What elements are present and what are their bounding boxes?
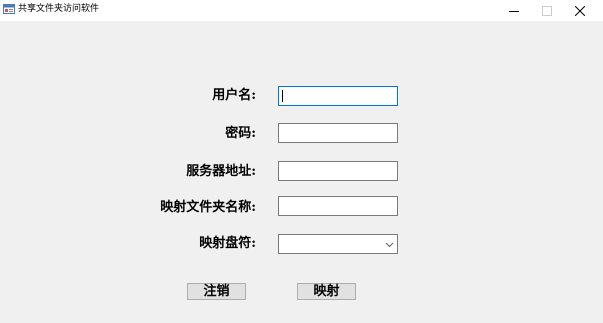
server-address-field[interactable] (278, 161, 398, 181)
minimize-button[interactable] (497, 0, 530, 21)
username-label: 用户名: (212, 88, 256, 103)
server-address-label: 服务器地址: (186, 164, 256, 179)
drive-letter-label: 映射盘符: (199, 236, 256, 251)
title-bar[interactable]: 共享文件夹访问软件 (0, 0, 603, 21)
password-field[interactable] (278, 123, 398, 143)
mapped-folder-label: 映射文件夹名称: (160, 200, 256, 215)
username-field[interactable] (278, 86, 398, 106)
logout-button[interactable]: 注销 (187, 283, 246, 300)
maximize-icon (541, 5, 552, 16)
app-window-icon (3, 4, 15, 14)
window-title: 共享文件夹访问软件 (18, 4, 100, 14)
drive-letter-dropdown[interactable] (278, 234, 398, 254)
close-button[interactable] (563, 0, 596, 21)
map-button[interactable]: 映射 (297, 283, 356, 300)
chevron-down-icon[interactable] (385, 240, 394, 249)
password-label: 密码: (225, 126, 256, 141)
app-window: 共享文件夹访问软件 用户名: 密码: 服务器地址: 映射文件夹名称: 映射盘符:… (0, 0, 603, 323)
minimize-icon (508, 10, 519, 12)
close-icon (574, 5, 585, 16)
text-caret (282, 90, 283, 102)
mapped-folder-field[interactable] (278, 196, 398, 216)
maximize-button[interactable] (530, 0, 563, 21)
